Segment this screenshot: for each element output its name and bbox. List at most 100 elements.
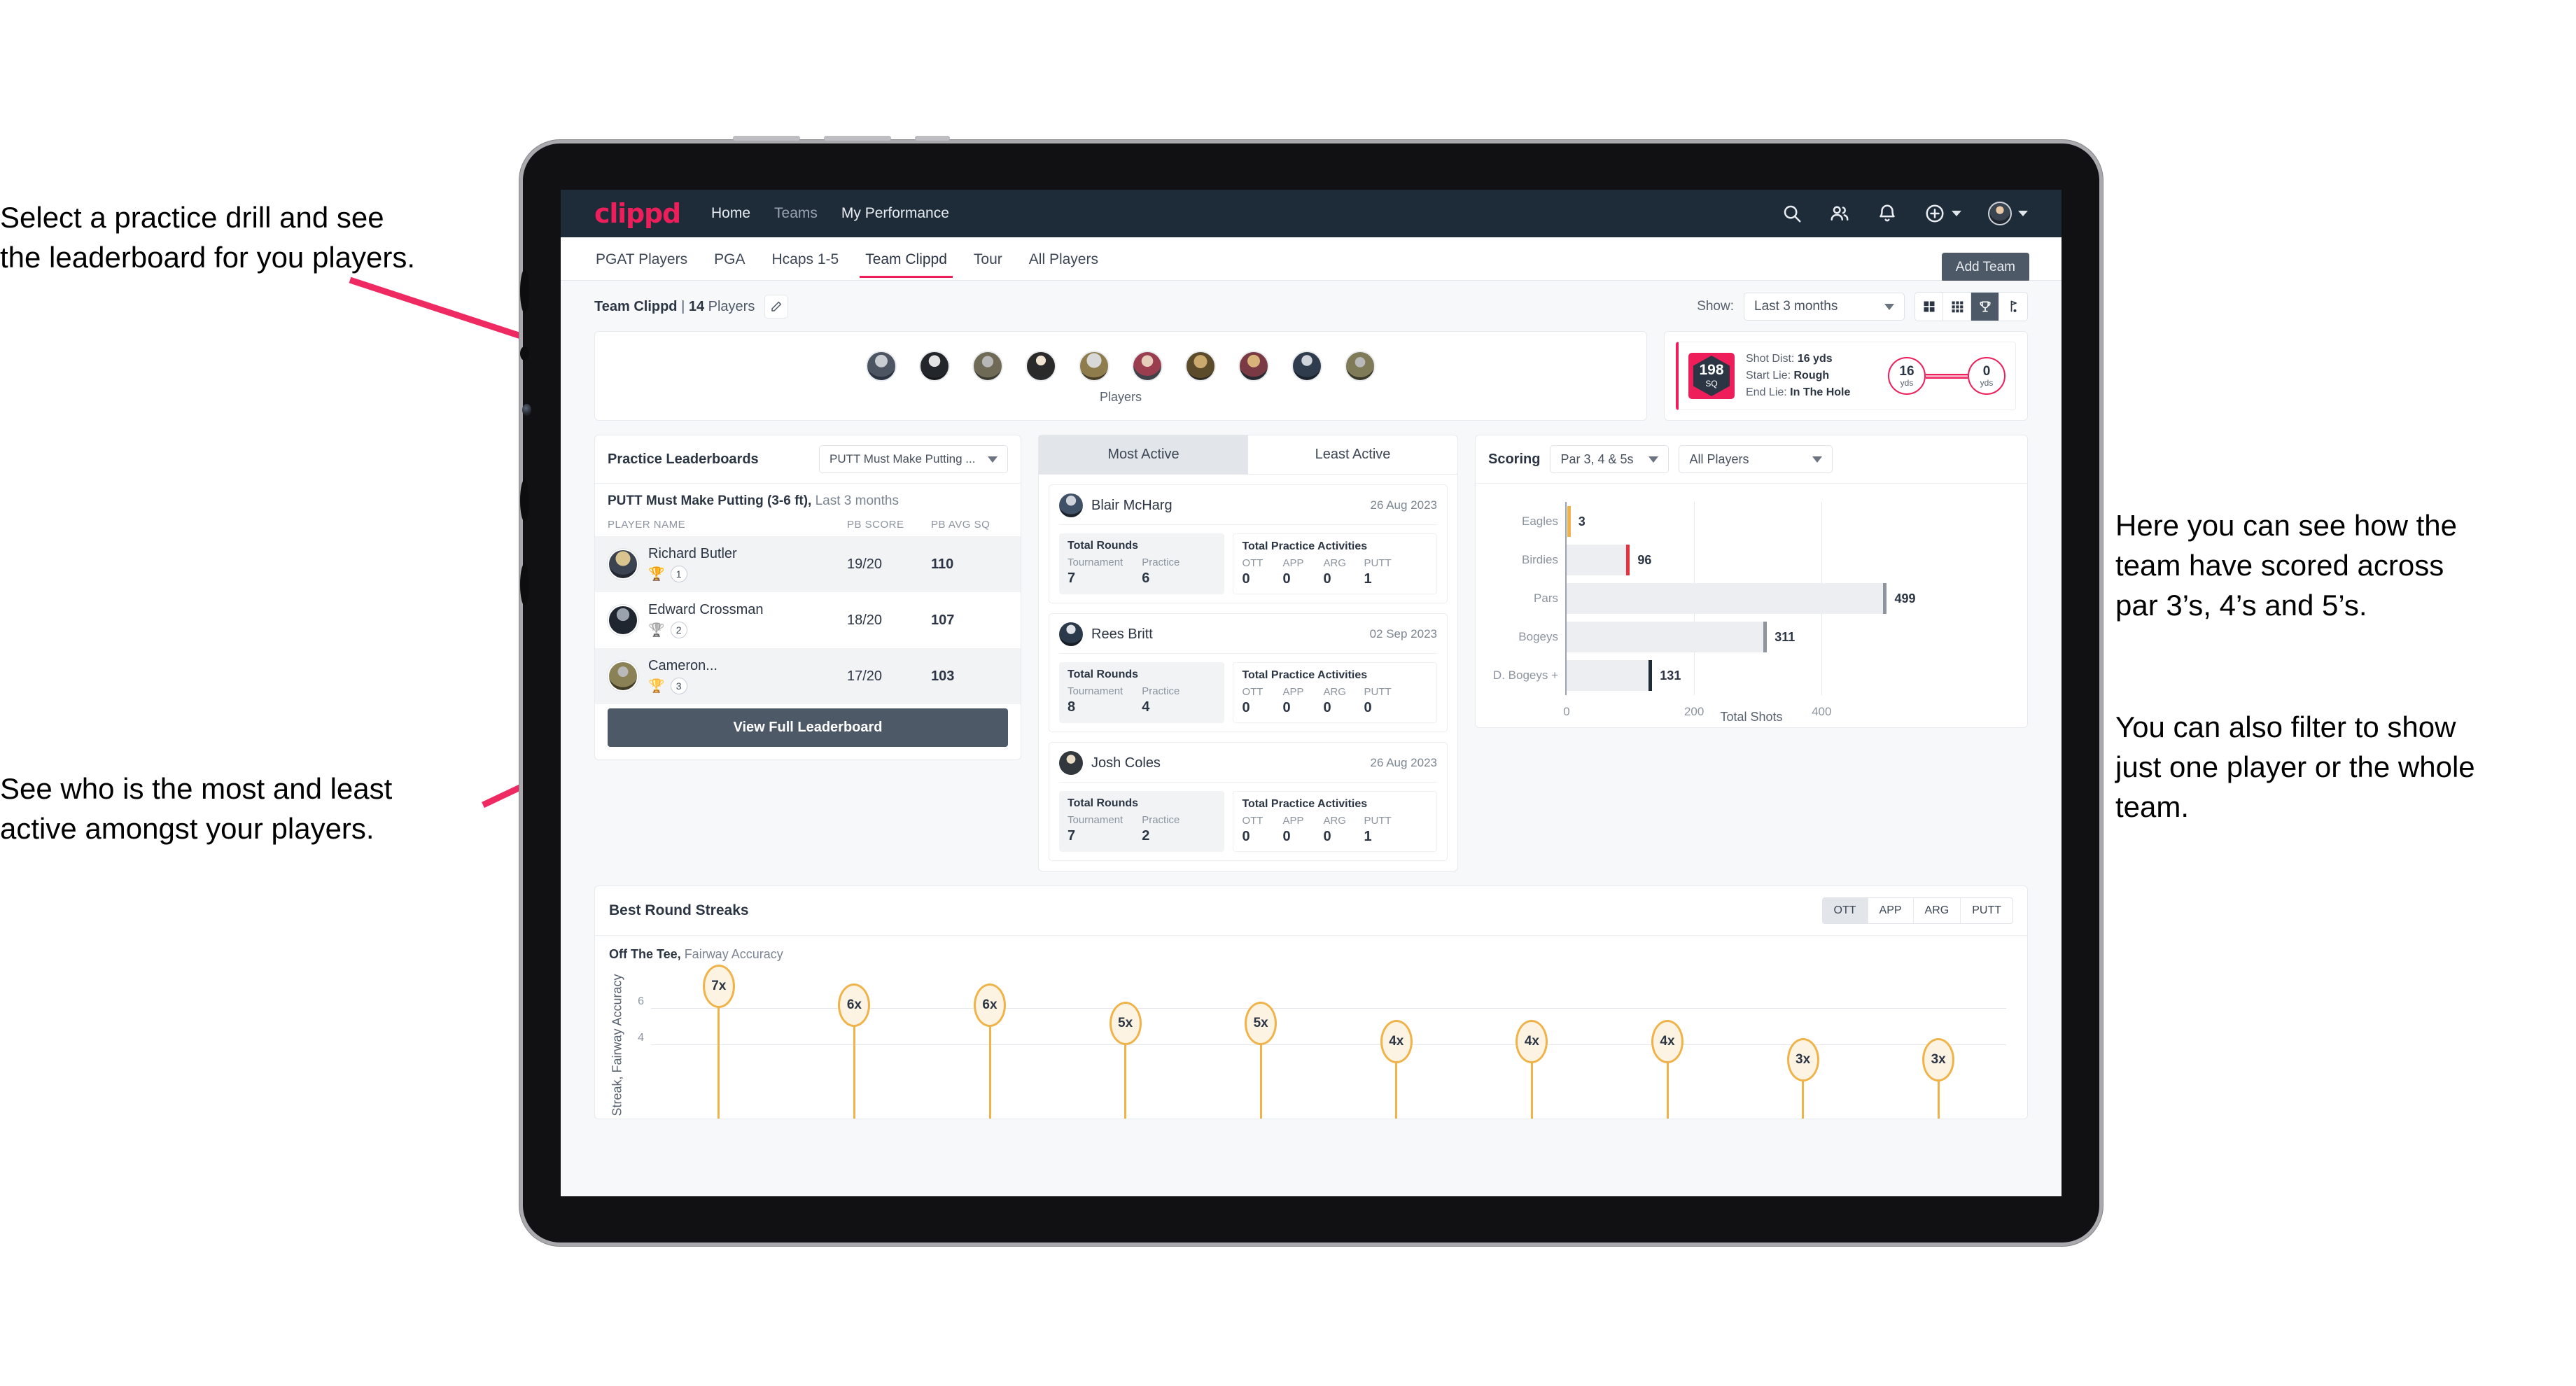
tournament-label: Tournament xyxy=(1068,556,1124,568)
table-row: Birdies 96 xyxy=(1522,544,1924,575)
data-point-bubble[interactable]: 4x xyxy=(1380,1020,1413,1063)
par-select[interactable]: Par 3, 4 & 5s xyxy=(1550,445,1670,473)
shot-detail-card: 198 SQ Shot Dist: 16 yds Start Lie: Roug… xyxy=(1664,331,2028,421)
tab-pga[interactable]: PGA xyxy=(713,240,746,278)
trophy-icon: 🏆 xyxy=(648,678,665,694)
player-filter-select[interactable]: All Players xyxy=(1679,445,1833,473)
people-icon[interactable] xyxy=(1829,203,1850,224)
add-team-button[interactable]: Add Team xyxy=(1941,253,2029,282)
bar-tip xyxy=(1763,622,1768,653)
list-item[interactable]: Rees Britt 02 Sep 2023 Total Rounds Tour… xyxy=(1049,613,1448,732)
grid-large-icon-button[interactable] xyxy=(1915,293,1943,321)
tournament-stat: Tournament 7 xyxy=(1068,814,1142,844)
row-leaderboard-activity-scoring: Practice Leaderboards PUTT Must Make Put… xyxy=(561,421,2062,872)
data-point-bubble[interactable]: 3x xyxy=(1786,1038,1819,1082)
trophy-icon-button[interactable] xyxy=(1971,293,1999,321)
data-point-bubble[interactable]: 4x xyxy=(1516,1020,1548,1063)
tab-pgat-players[interactable]: PGAT Players xyxy=(594,240,689,278)
toolbar-right: Show: Last 3 months xyxy=(1697,292,2028,321)
clippd-logo[interactable]: clippd xyxy=(594,198,681,229)
practice-activities-block: Total Practice Activities OTT 0 APP 0 ARG 0… xyxy=(1233,791,1437,852)
grid-small-icon xyxy=(1952,301,1963,313)
app-label: APP xyxy=(1282,557,1304,569)
practice-activities-block: Total Practice Activities OTT 0 APP 0 ARG 0… xyxy=(1233,533,1437,594)
flag-icon xyxy=(2010,300,2017,312)
view-full-leaderboard-button[interactable]: View Full Leaderboard xyxy=(608,708,1008,747)
tab-least-active[interactable]: Least Active xyxy=(1248,435,1457,474)
add-menu[interactable] xyxy=(1924,203,1961,224)
profile-menu[interactable] xyxy=(1988,202,2028,225)
shot-distance-diagram: 16 yds 0 yds xyxy=(1888,357,2005,395)
grid-small-icon-button[interactable] xyxy=(1943,293,1971,321)
tournament-label: Tournament xyxy=(1068,685,1124,697)
activity-toggle: Most Active Least Active xyxy=(1039,435,1457,475)
data-point-bubble[interactable]: 7x xyxy=(702,965,735,1009)
list-item[interactable]: Josh Coles 26 Aug 2023 Total Rounds Tour… xyxy=(1049,742,1448,861)
segment-app[interactable]: APP xyxy=(1868,898,1914,923)
data-point-bubble[interactable]: 5x xyxy=(1109,1001,1142,1045)
data-point-bubble[interactable]: 5x xyxy=(1245,1001,1278,1045)
avatar[interactable] xyxy=(1079,350,1110,382)
edit-team-button[interactable] xyxy=(764,295,789,318)
data-point-bubble[interactable]: 6x xyxy=(838,983,871,1027)
avatar[interactable] xyxy=(919,350,950,382)
practice-stat: Practice 4 xyxy=(1142,685,1216,715)
avatar[interactable] xyxy=(1026,350,1056,382)
streaks-segment-group: OTT APP ARG PUTT xyxy=(1821,897,2013,924)
segment-putt[interactable]: PUTT xyxy=(1961,898,2012,923)
data-point-bubble[interactable]: 6x xyxy=(974,983,1006,1027)
avatar[interactable] xyxy=(1988,202,2012,225)
plus-circle-icon[interactable] xyxy=(1924,203,1945,224)
segment-ott[interactable]: OTT xyxy=(1822,898,1868,923)
tab-tour[interactable]: Tour xyxy=(972,240,1004,278)
period-select[interactable]: Last 3 months xyxy=(1744,293,1905,321)
putt-value: 1 xyxy=(1364,571,1372,587)
tournament-stat: Tournament 8 xyxy=(1068,685,1142,715)
avatar[interactable] xyxy=(1345,350,1376,382)
list-item[interactable]: Blair McHarg 26 Aug 2023 Total Rounds To… xyxy=(1049,484,1448,603)
data-point-bubble[interactable]: 4x xyxy=(1651,1020,1684,1063)
arg-label: ARG xyxy=(1323,815,1346,827)
data-point-bubble[interactable]: 3x xyxy=(1922,1038,1955,1082)
device-side-button-2 xyxy=(520,346,529,360)
total-rounds-title: Total Rounds xyxy=(1068,797,1139,809)
table-row[interactable]: Cameron... 🏆 3 17/20 103 xyxy=(595,648,1021,704)
app-label: APP xyxy=(1282,815,1304,827)
arg-stat: ARG 0 xyxy=(1323,557,1364,587)
players-caption: Players xyxy=(1099,389,1142,404)
avatar[interactable] xyxy=(866,350,897,382)
tab-all-players[interactable]: All Players xyxy=(1028,240,1100,278)
tab-most-active[interactable]: Most Active xyxy=(1039,435,1248,474)
bar-value-label: 3 xyxy=(1578,514,1586,528)
segment-arg[interactable]: ARG xyxy=(1914,898,1961,923)
ott-stat: OTT 0 xyxy=(1242,815,1282,845)
total-rounds-block: Total Rounds Tournament 8 Practice 4 xyxy=(1059,662,1225,723)
avatar[interactable] xyxy=(1238,350,1269,382)
tablet-screen: clippd Home Teams My Performance PGAT Pl… xyxy=(561,190,2062,1196)
activity-item-header: Josh Coles 26 Aug 2023 xyxy=(1059,751,1437,783)
players-avatar-row xyxy=(866,350,1376,382)
table-row[interactable]: Edward Crossman 🏆 2 18/20 107 xyxy=(595,592,1021,648)
bar xyxy=(1567,660,1653,692)
bell-icon[interactable] xyxy=(1877,203,1898,224)
avatar[interactable] xyxy=(972,350,1003,382)
nav-link-my-performance[interactable]: My Performance xyxy=(841,205,949,222)
nav-link-teams[interactable]: Teams xyxy=(774,205,818,222)
tab-hcaps-1-5[interactable]: Hcaps 1-5 xyxy=(770,240,840,278)
arg-value: 0 xyxy=(1323,829,1331,844)
search-icon[interactable] xyxy=(1782,203,1802,224)
device-side-button-3 xyxy=(520,479,529,522)
tournament-value: 7 xyxy=(1068,828,1076,844)
avatar[interactable] xyxy=(1132,350,1163,382)
tab-team-clippd[interactable]: Team Clippd xyxy=(860,240,953,278)
flag-icon-button[interactable] xyxy=(1999,293,2027,321)
nav-link-home[interactable]: Home xyxy=(711,205,750,222)
table-row[interactable]: Richard Butler 🏆 1 19/20 110 xyxy=(595,536,1021,592)
arg-value: 0 xyxy=(1323,700,1331,715)
shot-end-unit: yds xyxy=(1980,377,1994,388)
rank-badge: 2 xyxy=(670,622,687,638)
avatar[interactable] xyxy=(1292,350,1322,382)
avatar[interactable] xyxy=(1185,350,1216,382)
drill-select[interactable]: PUTT Must Make Putting ... xyxy=(819,445,1008,473)
putt-value: 1 xyxy=(1364,829,1372,844)
